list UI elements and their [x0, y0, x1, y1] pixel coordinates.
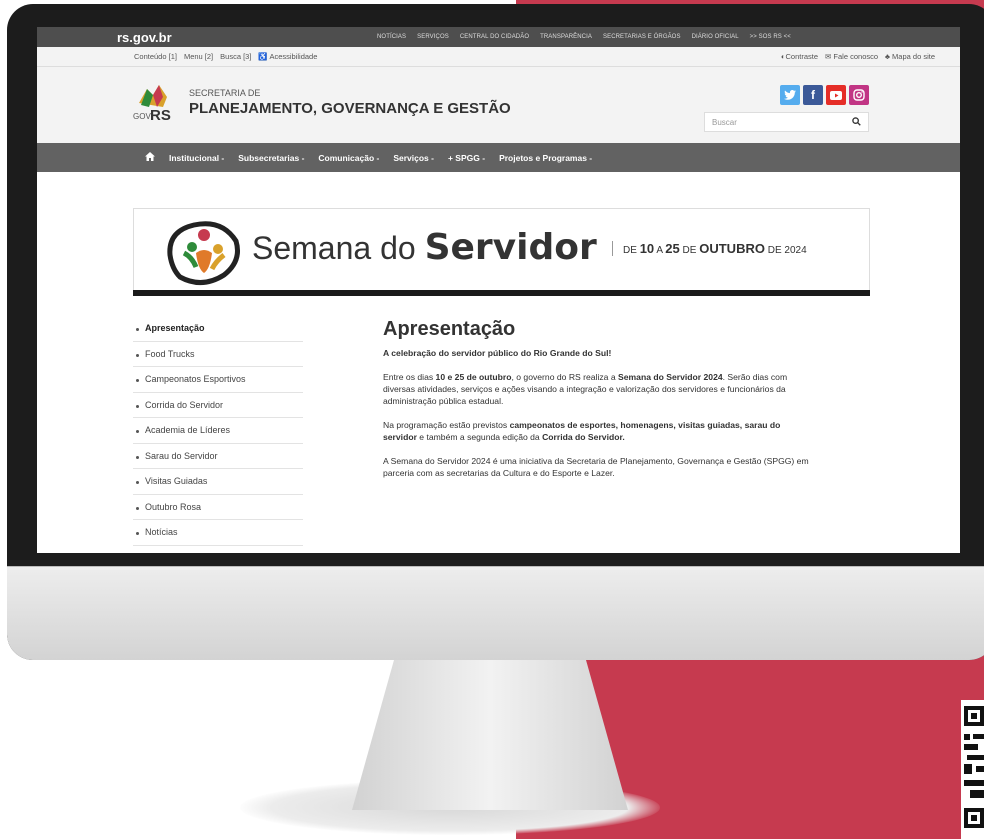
utility-links: ◐Contraste ✉ Fale conosco ♣ Mapa do site [781, 52, 935, 61]
browser-screen: rs.gov.br NOTÍCIAS SERVIÇOS CENTRAL DO C… [37, 27, 960, 553]
banner-date-de: DE [623, 245, 637, 256]
top-navigation: NOTÍCIAS SERVIÇOS CENTRAL DO CIDADÃO TRA… [377, 34, 791, 40]
nav-comunicacao[interactable]: Comunicação - [318, 153, 379, 163]
organization-line-1: SECRETARIA DE [189, 88, 261, 98]
p1-text-a: Entre os dias [383, 372, 436, 382]
event-logo-icon [164, 217, 242, 287]
topnav-transparencia[interactable]: TRANSPARÊNCIA [540, 34, 592, 40]
sidebar-item-visitas[interactable]: Visitas Guiadas [133, 469, 303, 495]
nav-subsecretarias[interactable]: Subsecretarias - [238, 153, 304, 163]
nav-servicos[interactable]: Serviços - [393, 153, 434, 163]
logo-gov-text: GOV [133, 112, 151, 121]
organization-line-2: PLANEJAMENTO, GOVERNANÇA E GESTÃO [189, 100, 511, 117]
banner-bottom-bar [133, 290, 870, 296]
banner-date-start: 10 [639, 241, 655, 256]
accessibility-bar: Conteúdo [1] Menu [2] Busca [3] ♿ Acessi… [37, 47, 960, 67]
contrast-label: Contraste [785, 52, 819, 61]
p2-text-c: e também a segunda edição da [416, 432, 543, 442]
paragraph-1: Entre os dias 10 e 25 de outubro, o gove… [383, 371, 813, 407]
instagram-icon[interactable] [849, 85, 869, 105]
main-navigation: Institucional - Subsecretarias - Comunic… [37, 143, 960, 172]
qr-code-fragment [961, 700, 984, 839]
sidebar-item-campeonatos[interactable]: Campeonatos Esportivos [133, 367, 303, 393]
banner-title-light: Semana do [252, 230, 416, 266]
topnav-noticias[interactable]: NOTÍCIAS [377, 34, 406, 40]
banner-title-bold: Servidor [424, 227, 597, 268]
skip-content-link[interactable]: Conteúdo [1] [134, 52, 177, 61]
p1-text-c: , o governo do RS realiza a [511, 372, 619, 382]
lead-paragraph: A celebração do servidor público do Rio … [383, 347, 813, 359]
page-title: Apresentação [383, 318, 516, 340]
p2-bold-corrida: Corrida do Servidor. [542, 432, 625, 442]
topnav-diario-oficial[interactable]: DIÁRIO OFICIAL [692, 34, 739, 40]
topnav-sos-rs[interactable]: >> SOS RS << [750, 34, 791, 40]
banner-date-de3: DE [767, 245, 782, 256]
nav-institucional[interactable]: Institucional - [169, 153, 224, 163]
nav-spgg[interactable]: + SPGG - [448, 153, 485, 163]
event-banner: Semana do Servidor DE 10 A 25 DE OUTUBRO… [133, 208, 870, 294]
banner-date-year: 2024 [784, 245, 807, 256]
facebook-icon[interactable]: f [803, 85, 823, 105]
sitemap-link[interactable]: ♣ Mapa do site [885, 52, 935, 61]
sidebar-item-sarau[interactable]: Sarau do Servidor [133, 444, 303, 469]
gov-rs-logo[interactable]: GOV RS [133, 81, 185, 124]
site-brand-link[interactable]: rs.gov.br [117, 30, 377, 45]
sitemap-label: Mapa do site [892, 52, 935, 61]
lead-text: A celebração do servidor público do Rio … [383, 348, 612, 358]
sidebar-item-outubro-rosa[interactable]: Outubro Rosa [133, 495, 303, 520]
paragraph-2: Na programação estão previstos campeonat… [383, 419, 813, 443]
organization-name: SECRETARIA DE PLANEJAMENTO, GOVERNANÇA E… [189, 88, 511, 117]
topnav-central-cidadao[interactable]: CENTRAL DO CIDADÃO [460, 34, 529, 40]
accessibility-icon: ♿ [258, 52, 270, 61]
logo-rs-text: RS [150, 107, 171, 121]
banner-dates: DE 10 A 25 DE OUTUBRO DE 2024 [612, 241, 807, 256]
skip-menu-link[interactable]: Menu [2] [184, 52, 213, 61]
p2-text-a: Na programação estão previstos [383, 420, 510, 430]
p1-bold-dates: 10 e 25 de outubro [435, 372, 512, 382]
accessibility-label: Acessibilidade [269, 52, 318, 61]
sidebar-menu: Apresentação Food Trucks Campeonatos Esp… [133, 316, 303, 546]
skip-links: Conteúdo [1] Menu [2] Busca [3] ♿ Acessi… [134, 52, 317, 61]
government-top-bar: rs.gov.br NOTÍCIAS SERVIÇOS CENTRAL DO C… [37, 27, 960, 47]
nav-projetos-programas[interactable]: Projetos e Programas - [499, 153, 592, 163]
sitemap-icon: ♣ [885, 52, 893, 61]
youtube-icon[interactable] [826, 85, 846, 105]
social-links: f [780, 85, 869, 105]
contact-link[interactable]: ✉ Fale conosco [825, 52, 878, 61]
main-content: Apresentação A celebração do servidor pú… [383, 318, 813, 491]
sidebar-item-academia[interactable]: Academia de Líderes [133, 418, 303, 444]
sidebar-item-corrida[interactable]: Corrida do Servidor [133, 393, 303, 418]
sidebar-item-apresentacao[interactable]: Apresentação [133, 316, 303, 342]
contact-label: Fale conosco [833, 52, 879, 61]
banner-date-de2: DE [682, 245, 697, 256]
monitor-chin [7, 566, 984, 660]
sidebar-item-food-trucks[interactable]: Food Trucks [133, 342, 303, 367]
banner-date-month: OUTUBRO [699, 241, 765, 256]
site-header: GOV RS SECRETARIA DE PLANEJAMENTO, GOVER… [37, 67, 960, 143]
twitter-icon[interactable] [780, 85, 800, 105]
topnav-servicos[interactable]: SERVIÇOS [417, 34, 449, 40]
search-icon[interactable] [852, 116, 861, 128]
contrast-link[interactable]: ◐Contraste [781, 52, 818, 61]
paragraph-3: A Semana do Servidor 2024 é uma iniciati… [383, 456, 809, 478]
accessibility-link[interactable]: ♿ Acessibilidade [258, 52, 317, 61]
search-input[interactable]: Buscar [712, 118, 737, 127]
search-box[interactable]: Buscar [704, 112, 869, 132]
skip-search-link[interactable]: Busca [3] [220, 52, 251, 61]
banner-title: Semana do Servidor [252, 227, 597, 268]
p1-bold-event: Semana do Servidor 2024 [618, 372, 723, 382]
sidebar-item-noticias[interactable]: Notícias [133, 520, 303, 546]
banner-date-a: A [656, 245, 663, 256]
topnav-secretarias[interactable]: SECRETARIAS E ÓRGÃOS [603, 34, 681, 40]
banner-date-end: 25 [665, 241, 680, 256]
home-icon[interactable] [145, 152, 155, 163]
